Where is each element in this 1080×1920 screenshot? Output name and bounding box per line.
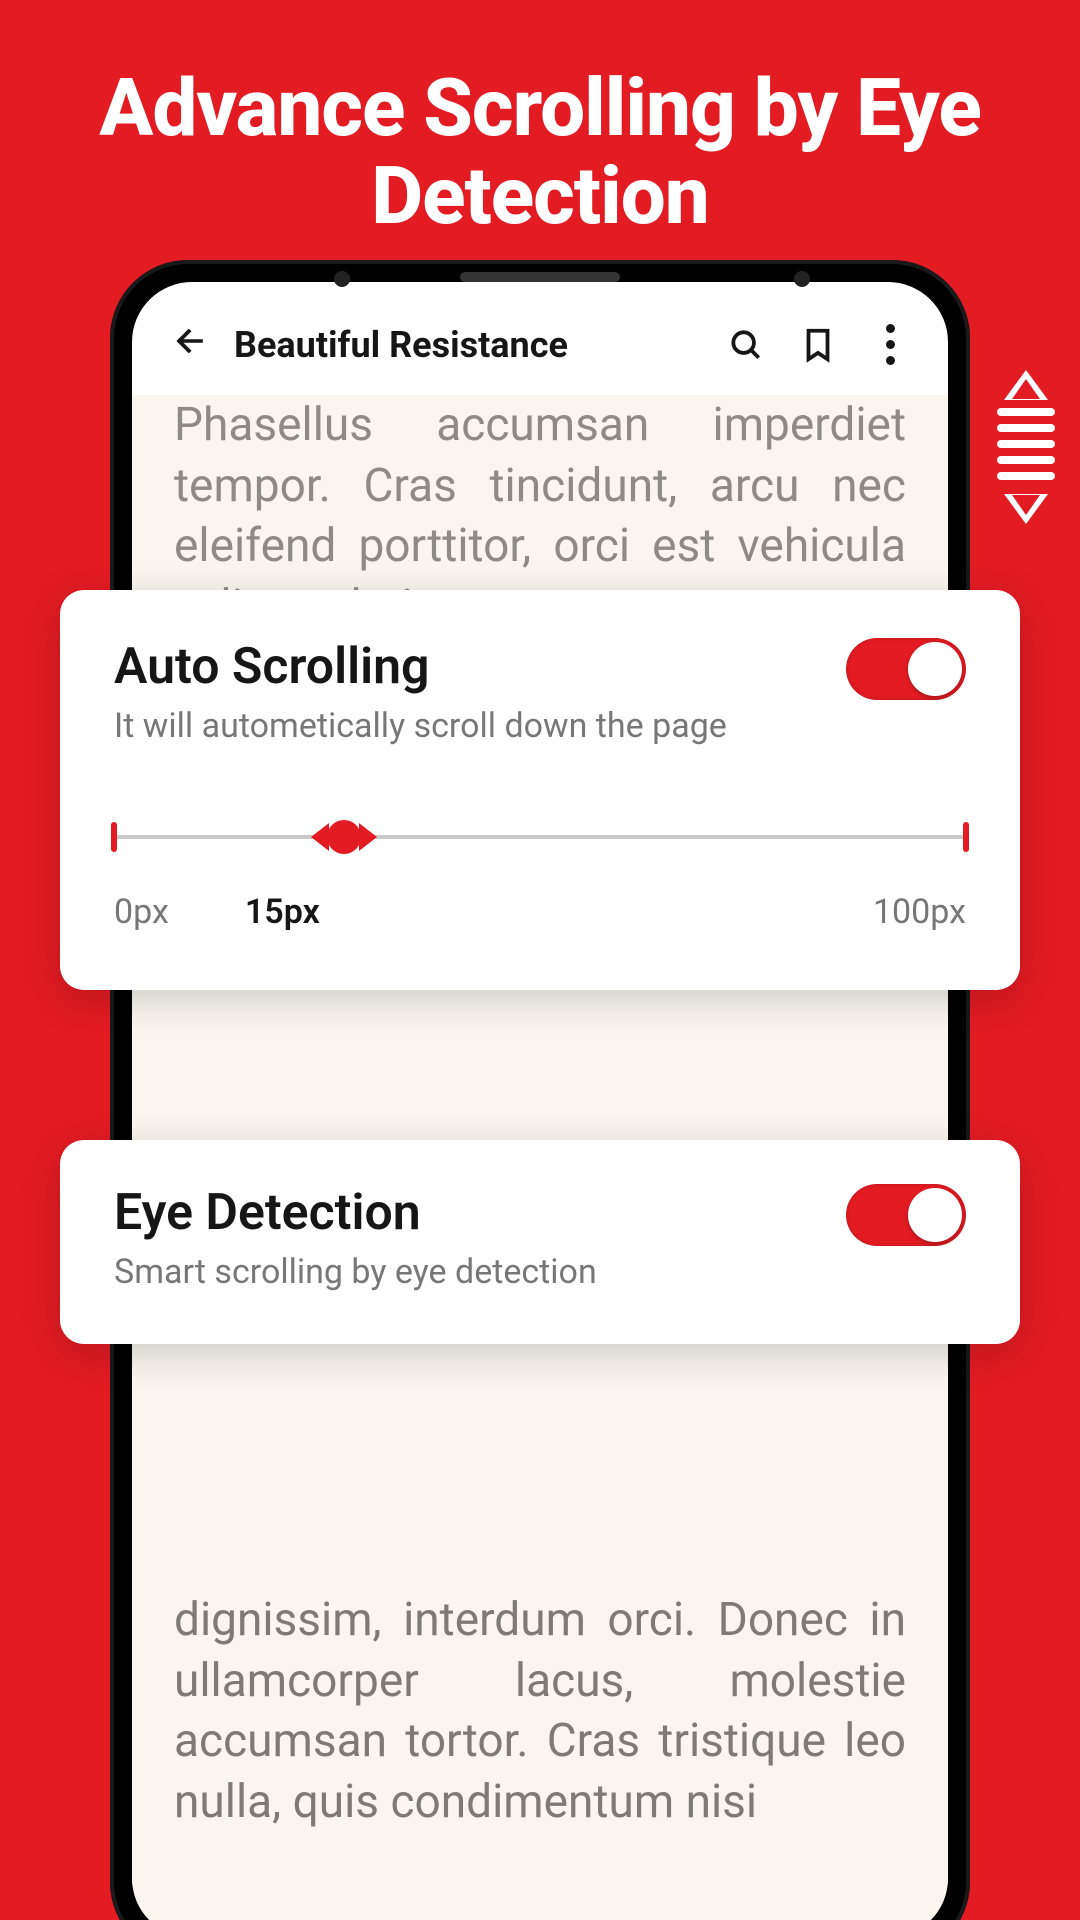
app-screen: Beautiful Resistance Phasellus accumsan … (132, 282, 948, 1920)
device-frame: Beautiful Resistance Phasellus accumsan … (110, 260, 970, 1920)
more-icon[interactable] (868, 324, 912, 365)
eye-detection-title: Eye Detection (114, 1184, 597, 1242)
eye-detection-card: Eye Detection Smart scrolling by eye det… (60, 1140, 1020, 1344)
slider-labels: 0px 15px 100px (114, 892, 966, 932)
bookmark-icon[interactable] (796, 326, 840, 364)
slider-value-label: 15px (245, 892, 320, 932)
scroll-indicator-icon (996, 370, 1056, 524)
scroll-speed-slider[interactable] (114, 822, 966, 852)
auto-scrolling-title: Auto Scrolling (114, 638, 727, 696)
slider-max-label: 100px (873, 892, 966, 932)
back-icon[interactable] (168, 322, 206, 367)
reader-text: dignissim, interdum orci. Donec in ullam… (174, 1590, 906, 1833)
auto-scrolling-card: Auto Scrolling It will autometically scr… (60, 590, 1020, 990)
document-title: Beautiful Resistance (234, 324, 568, 366)
app-bar: Beautiful Resistance (132, 282, 948, 395)
search-icon[interactable] (724, 326, 768, 364)
auto-scrolling-toggle[interactable] (846, 638, 966, 700)
eye-detection-subtitle: Smart scrolling by eye detection (114, 1252, 597, 1292)
auto-scrolling-subtitle: It will autometically scroll down the pa… (114, 706, 727, 746)
marketing-headline: Advance Scrolling by Eye Detection (0, 0, 1080, 264)
eye-detection-toggle[interactable] (846, 1184, 966, 1246)
slider-knob[interactable] (311, 820, 377, 854)
slider-min-label: 0px (114, 892, 169, 932)
